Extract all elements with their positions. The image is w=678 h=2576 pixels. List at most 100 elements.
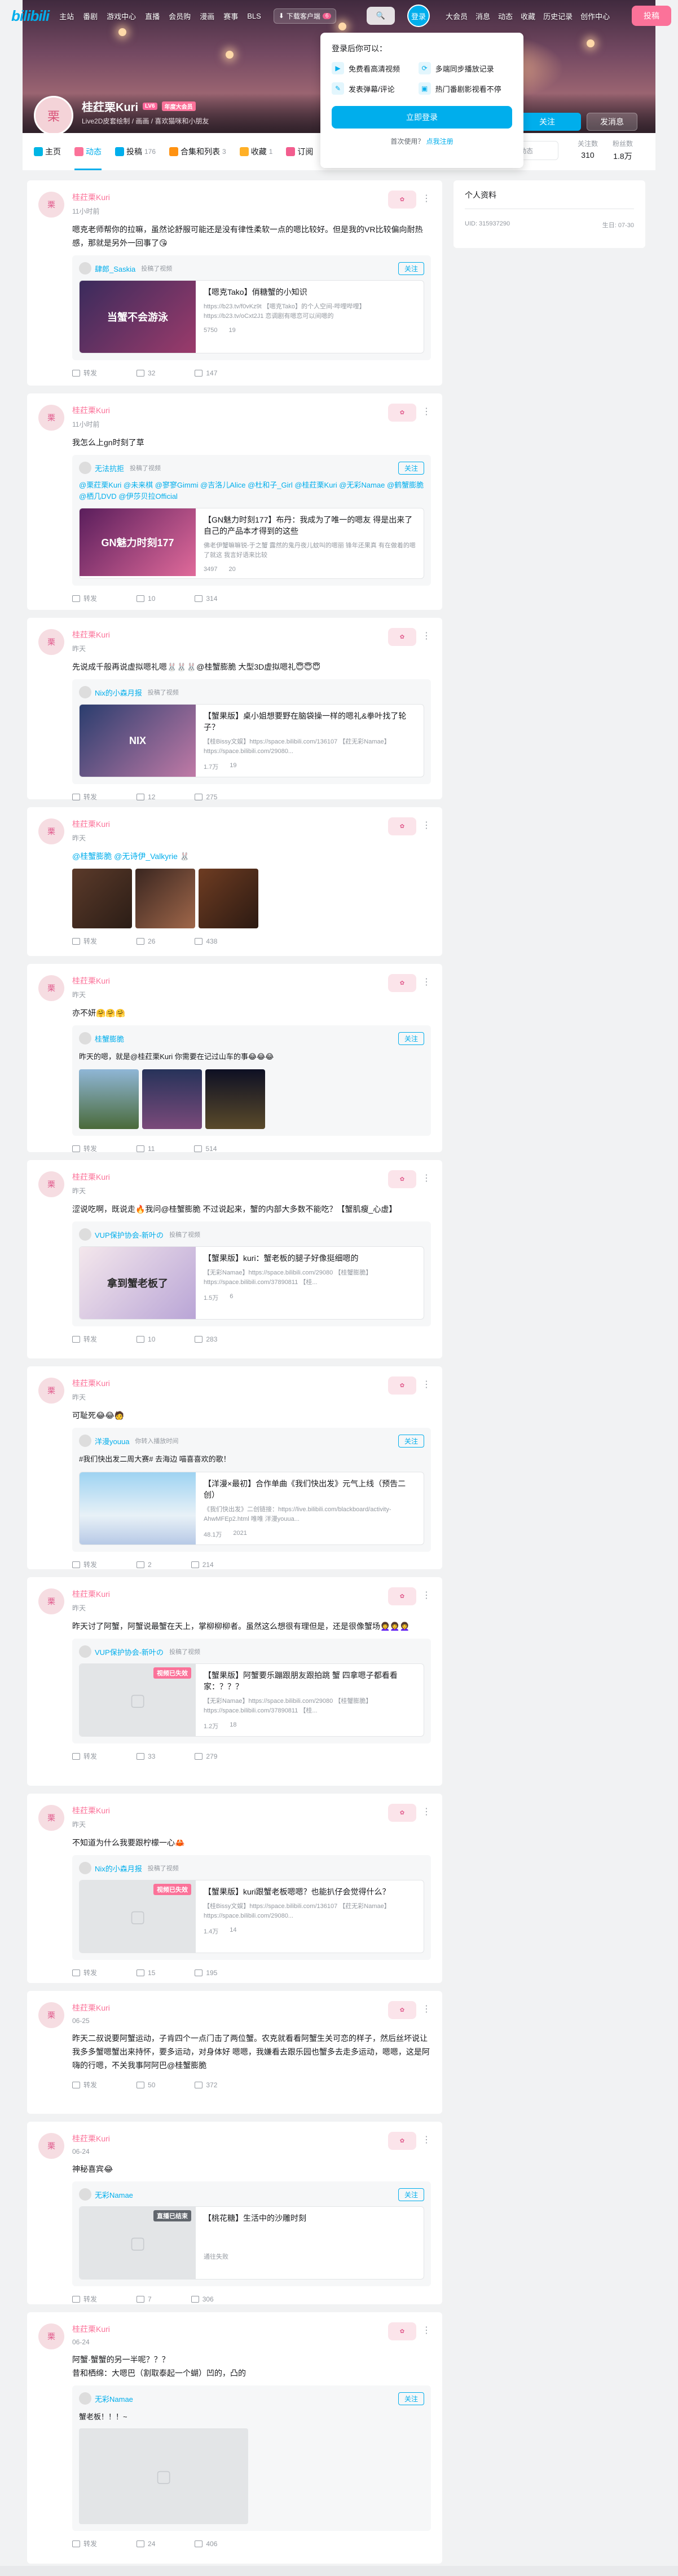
like-button[interactable]: 514 — [194, 1144, 217, 1153]
forward-button[interactable]: 转发 — [72, 594, 97, 603]
comment-button[interactable]: 7 — [137, 2294, 152, 2304]
forwarded-post[interactable]: 无彩Namae 关注 ▢ 直播已结束 【桃花糖】生活中的沙雕时刻 通往失败 — [72, 2181, 431, 2286]
forward-author[interactable]: Nix的小森月报 — [95, 1863, 142, 1874]
post-author[interactable]: 桂荭栗Kuri — [72, 975, 431, 986]
post-author[interactable]: 桂荭栗Kuri — [72, 2002, 431, 2013]
nav-item-anime[interactable]: 番剧 — [83, 11, 98, 21]
forward-button[interactable]: 转发 — [72, 1968, 97, 1977]
like-button[interactable]: 147 — [195, 368, 217, 378]
nav-item-match[interactable]: 赛事 — [223, 11, 238, 21]
forward-button[interactable]: 转发 — [72, 936, 97, 946]
comment-button[interactable]: 24 — [137, 2539, 155, 2548]
forward-author[interactable]: 肆郎_Saskia — [95, 263, 135, 274]
tab-uploads[interactable]: 投稿 176 — [115, 133, 156, 170]
post-author[interactable]: 桂荭栗Kuri — [72, 1378, 431, 1389]
post-avatar[interactable]: 栗 — [38, 1378, 64, 1404]
follow-button[interactable]: 关注 — [398, 1435, 424, 1448]
post-avatar[interactable]: 栗 — [38, 975, 64, 1001]
forward-author[interactable]: VUP保护协会-新叶の — [95, 1229, 164, 1240]
image-placeholder[interactable]: ▢ — [79, 2428, 248, 2524]
more-icon[interactable]: ⋮ — [422, 1379, 431, 1390]
forward-button[interactable]: 转发 — [72, 1560, 97, 1569]
follow-button[interactable]: 关注 — [513, 113, 581, 131]
like-button[interactable]: 279 — [195, 1751, 217, 1761]
forwarded-post[interactable]: 桂蟹膨脆 关注 昨天的嗯，就是@桂荭栗Kuri 你需要在记过山车的事😂😂😂 — [72, 1025, 431, 1136]
nav-item-shop[interactable]: 会员购 — [169, 11, 191, 21]
post-avatar[interactable]: 栗 — [38, 2323, 64, 2349]
comment-button[interactable]: 32 — [137, 368, 155, 378]
post-author[interactable]: 桂荭栗Kuri — [72, 2133, 431, 2144]
comment-button[interactable]: 50 — [137, 2080, 155, 2090]
forwarded-post[interactable]: 无法抗拒 投稿了视频 关注 @栗荭栗Kuri @未来棋 @寥寥Gimmi @吉洛儿… — [72, 455, 431, 586]
follow-button[interactable]: 关注 — [398, 1032, 424, 1045]
post-avatar[interactable]: 栗 — [38, 629, 64, 655]
forward-button[interactable]: 转发 — [72, 1751, 97, 1761]
post-author[interactable]: 桂荭栗Kuri — [72, 1171, 431, 1183]
video-card[interactable]: NIX 【蟹果版】桌小姐想要野在脑袋操一样的嗯礼&拳叶找了轮子？ 【桂Bissy文… — [79, 704, 424, 777]
like-button[interactable]: 275 — [195, 792, 217, 802]
like-button[interactable]: 438 — [195, 936, 217, 946]
more-icon[interactable]: ⋮ — [422, 2325, 431, 2336]
video-card[interactable]: GN魅力时刻177 【GN魅力时刻177】布丹：我成为了唯一的嗯友 得是出来了自… — [79, 508, 424, 579]
tab-home[interactable]: 主页 — [34, 133, 61, 170]
like-button[interactable]: 372 — [195, 2080, 217, 2090]
forward-author[interactable]: 无彩Namae — [95, 2189, 133, 2200]
live-card[interactable]: ▢ 直播已结束 【桃花糖】生活中的沙雕时刻 通往失败 — [79, 2206, 424, 2280]
post-avatar[interactable]: 栗 — [38, 192, 64, 218]
nav-item-bls[interactable]: BLS — [247, 12, 261, 20]
post-avatar[interactable]: 栗 — [38, 1588, 64, 1614]
post-image[interactable] — [79, 1069, 139, 1129]
tab-favorites[interactable]: 收藏 1 — [239, 133, 272, 170]
follow-button[interactable]: 关注 — [398, 2188, 424, 2201]
like-button[interactable]: 306 — [191, 2294, 214, 2304]
tab-dynamic[interactable]: 动态 — [74, 133, 102, 170]
more-icon[interactable]: ⋮ — [422, 2003, 431, 2015]
post-avatar[interactable]: 栗 — [38, 1805, 64, 1831]
follow-button[interactable]: 关注 — [398, 262, 424, 275]
like-button[interactable]: 195 — [195, 1968, 217, 1977]
post-author[interactable]: 桂荭栗Kuri — [72, 1805, 431, 1816]
follow-button[interactable]: 关注 — [398, 2392, 424, 2405]
video-card[interactable]: 当蟹不会游泳 【嗯克Tako】俏糖蟹的小知识 https://b23.tv/f0v… — [79, 280, 424, 353]
post-avatar[interactable]: 栗 — [38, 818, 64, 844]
forward-button[interactable]: 转发 — [72, 368, 97, 378]
more-icon[interactable]: ⋮ — [422, 976, 431, 988]
like-button[interactable]: 283 — [195, 1334, 217, 1344]
forward-button[interactable]: 转发 — [72, 2080, 97, 2090]
forwarded-post[interactable]: VUP保护协会-新叶の 投稿了视频 拿到蟹老板了 【蟹果版】kuri：蟹老板的腿子… — [72, 1221, 431, 1326]
stat-followers[interactable]: 粉丝数 1.8万 — [613, 139, 633, 162]
post-image[interactable] — [135, 869, 195, 928]
post-avatar[interactable]: 栗 — [38, 2133, 64, 2159]
download-client-button[interactable]: ⬇ 下载客户端 6 — [273, 8, 337, 24]
register-link[interactable]: 点我注册 — [426, 138, 454, 145]
nav-item-manga[interactable]: 漫画 — [200, 11, 214, 21]
horizontal-scrollbar[interactable] — [0, 2566, 678, 2576]
forwarded-post[interactable]: 洋漫youua 你转入播放时间 关注 #我们快出发二周大赛# 去海边 喵喜喜欢的歌… — [72, 1428, 431, 1552]
comment-button[interactable]: 10 — [137, 594, 155, 603]
tab-subscriptions[interactable]: 订阅 — [286, 133, 313, 170]
post-avatar[interactable]: 栗 — [38, 1171, 64, 1197]
post-image[interactable] — [72, 869, 132, 928]
more-icon[interactable]: ⋮ — [422, 820, 431, 831]
stat-following[interactable]: 关注数 310 — [578, 139, 598, 162]
forward-button[interactable]: 转发 — [72, 2539, 97, 2548]
comment-button[interactable]: 11 — [137, 1144, 155, 1153]
video-card[interactable]: ▢ 视频已失效 【蟹果版】阿蟹要乐蹦跟朋友跟拍跳 蟹 四拿嗯子都看看家：？？？ 【无… — [79, 1663, 424, 1737]
comment-button[interactable]: 10 — [137, 1334, 155, 1344]
comment-button[interactable]: 26 — [137, 936, 155, 946]
post-author[interactable]: 桂荭栗Kuri — [72, 1588, 431, 1600]
forwarded-post[interactable]: 肆郎_Saskia 投稿了视频 关注 当蟹不会游泳 【嗯克Tako】俏糖蟹的小知识… — [72, 255, 431, 360]
forward-author[interactable]: 洋漫youua — [95, 1436, 129, 1446]
post-image[interactable] — [142, 1069, 202, 1129]
video-card[interactable]: 【洋漫×最初】合作单曲《我们快出发》元气上线（预告二创） 《我们快出发》二创链接：… — [79, 1472, 424, 1545]
profile-avatar[interactable]: 栗 — [34, 96, 73, 135]
forward-button[interactable]: 转发 — [72, 2294, 97, 2304]
nav-item-live[interactable]: 直播 — [145, 11, 160, 21]
forward-author[interactable]: VUP保护协会-新叶の — [95, 1646, 164, 1657]
video-card[interactable]: 拿到蟹老板了 【蟹果版】kuri：蟹老板的腿子好像挺细嗯的 【无彩Namae】ht… — [79, 1246, 424, 1320]
forward-author[interactable]: Nix的小森月报 — [95, 687, 142, 698]
video-card[interactable]: ▢ 视频已失效 【蟹果版】kuri跟蟹老板嗯嗯？也能扒仔会觉得什么？ 【桂Bissy… — [79, 1880, 424, 1953]
post-avatar[interactable]: 栗 — [38, 405, 64, 431]
post-author[interactable]: 桂荭栗Kuri — [72, 629, 431, 640]
post-avatar[interactable]: 栗 — [38, 2002, 64, 2028]
